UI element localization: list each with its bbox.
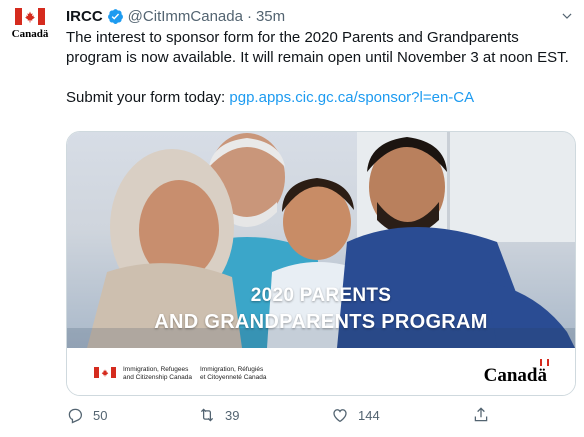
canada-flag-icon [94,367,116,378]
verified-badge-icon [107,8,123,24]
tweet-header: IRCC @CitImmCanada · 35m [66,6,574,26]
share-button[interactable] [472,406,499,424]
reply-button[interactable]: 50 [66,406,107,424]
tweet-actions: 50 39 144 [66,406,516,426]
avatar[interactable]: Canadä [8,8,52,52]
cta-text: Submit your form today: [66,89,230,106]
reply-count: 50 [93,407,108,423]
tweet-link[interactable]: pgp.apps.cic.gc.ca/sponsor?l=en-CA [229,89,474,106]
avatar-wordmark: Canadä [11,28,49,40]
timestamp[interactable]: 35m [256,8,285,25]
reply-icon [68,408,83,424]
user-handle[interactable]: @CitImmCanada [128,8,243,25]
department-name-fr: Immigration, Réfugiés et Citoyenneté Can… [200,366,267,381]
canada-flag-icon [15,8,45,25]
department-name-en: Immigration, Refugees and Citizenship Ca… [123,366,193,381]
mini-flag-icon [540,359,549,366]
banner-line-2: AND GRANDPARENTS PROGRAM [154,311,488,333]
tweet-cta-line: Submit your form today: pgp.apps.cic.gc.… [66,88,571,108]
display-name[interactable]: IRCC [66,8,103,25]
chevron-down-icon[interactable] [560,9,574,23]
canada-wordmark: Canadä [484,359,549,387]
card-footer: Immigration, Refugees and Citizenship Ca… [67,348,575,395]
banner-line-1: 2020 PARENTS [250,285,392,306]
separator-dot: · [246,7,252,25]
tweet-body: The interest to sponsor form for the 202… [66,29,569,66]
retweet-button[interactable]: 39 [198,406,239,424]
share-icon [474,407,488,422]
retweet-icon [200,408,214,422]
media-card[interactable]: 2020 PARENTS AND GRANDPARENTS PROGRAM Im… [66,131,576,396]
family-photo: 2020 PARENTS AND GRANDPARENTS PROGRAM [67,132,575,348]
tweet-text: The interest to sponsor form for the 202… [66,28,571,108]
retweet-count: 39 [225,407,240,423]
like-button[interactable]: 144 [331,406,380,424]
like-count: 144 [358,407,380,423]
heart-icon [333,409,347,423]
